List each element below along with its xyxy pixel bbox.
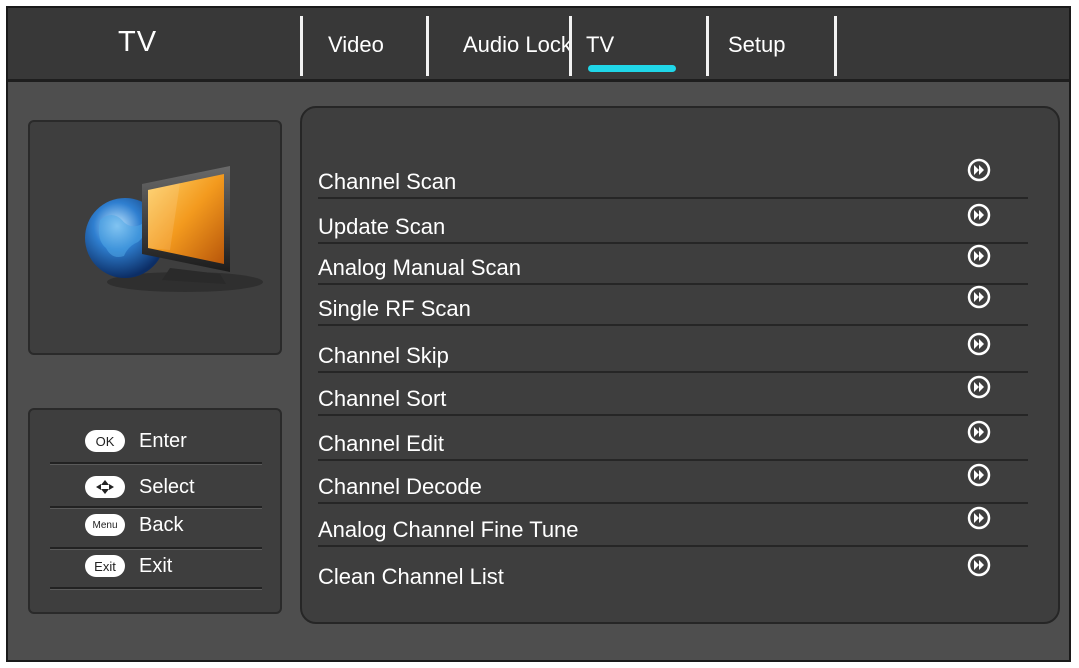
divider xyxy=(50,462,262,465)
menu-item-label: Channel Edit xyxy=(318,431,444,456)
forward-arrow-icon xyxy=(967,506,991,530)
help-label-select: Select xyxy=(139,475,195,498)
menu-item-label: Channel Scan xyxy=(318,169,457,194)
menu-item-label: Analog Channel Fine Tune xyxy=(318,517,579,542)
forward-arrow-icon xyxy=(967,203,991,227)
forward-arrow-icon xyxy=(967,158,991,182)
section-icon-panel xyxy=(28,120,282,355)
tab-video[interactable]: Video xyxy=(328,32,384,58)
help-row-ok: OK Enter xyxy=(85,427,187,455)
active-tab-indicator xyxy=(588,65,676,72)
exit-key-icon: Exit xyxy=(85,555,125,577)
top-tab-bar: TV Video Audio Lock TV Setup xyxy=(8,8,1069,82)
menu-item-channel-decode[interactable]: Channel Decode xyxy=(318,463,1028,504)
ok-key-icon: OK xyxy=(85,430,125,452)
menu-item-label: Single RF Scan xyxy=(318,296,471,321)
menu-item-clean-channel-list[interactable]: Clean Channel List xyxy=(318,553,1028,594)
dpad-key-icon xyxy=(85,476,125,498)
menu-item-label: Clean Channel List xyxy=(318,564,504,589)
divider xyxy=(318,324,1028,326)
menu-key-icon: Menu xyxy=(85,514,125,536)
menu-item-label: Analog Manual Scan xyxy=(318,255,522,280)
tab-divider xyxy=(706,16,709,76)
tab-tv[interactable]: TV xyxy=(586,32,614,58)
divider xyxy=(318,414,1028,416)
forward-arrow-icon xyxy=(967,244,991,268)
forward-arrow-icon xyxy=(967,375,991,399)
divider xyxy=(50,547,262,550)
tab-audio-lock[interactable]: Audio Lock xyxy=(463,32,572,58)
divider xyxy=(50,587,262,590)
forward-arrow-icon xyxy=(967,463,991,487)
divider xyxy=(318,502,1028,504)
help-row-select: Select xyxy=(85,473,195,501)
menu-item-update-scan[interactable]: Update Scan xyxy=(318,203,1028,244)
divider xyxy=(318,545,1028,547)
help-label-back: Back xyxy=(139,513,184,536)
divider xyxy=(318,371,1028,373)
help-row-menu: Menu Back xyxy=(85,511,183,539)
forward-arrow-icon xyxy=(967,553,991,577)
menu-item-channel-skip[interactable]: Channel Skip xyxy=(318,332,1028,373)
key-help-panel: OK Enter Select Menu Back Exit Exit xyxy=(28,408,282,614)
menu-item-channel-edit[interactable]: Channel Edit xyxy=(318,420,1028,461)
channel-menu-panel: Channel Scan Update Scan Analog Manual S… xyxy=(300,106,1060,624)
tab-setup[interactable]: Setup xyxy=(728,32,786,58)
tab-divider xyxy=(426,16,429,76)
divider xyxy=(318,459,1028,461)
tab-divider xyxy=(569,16,572,76)
menu-item-channel-sort[interactable]: Channel Sort xyxy=(318,375,1028,416)
tab-divider xyxy=(834,16,837,76)
forward-arrow-icon xyxy=(967,420,991,444)
forward-arrow-icon xyxy=(967,285,991,309)
menu-item-label: Channel Skip xyxy=(318,343,449,368)
divider xyxy=(318,283,1028,285)
menu-item-label: Channel Sort xyxy=(318,386,447,411)
menu-item-single-rf-scan[interactable]: Single RF Scan xyxy=(318,285,1028,326)
divider xyxy=(318,242,1028,244)
menu-item-analog-channel-fine-tune[interactable]: Analog Channel Fine Tune xyxy=(318,506,1028,547)
tab-divider xyxy=(300,16,303,76)
tv-osd-menu: TV Video Audio Lock TV Setup OK Enter Se… xyxy=(6,6,1071,662)
menu-item-channel-scan[interactable]: Channel Scan xyxy=(318,158,1028,199)
menu-item-label: Update Scan xyxy=(318,214,446,239)
help-row-exit: Exit Exit xyxy=(85,552,172,580)
help-label-enter: Enter xyxy=(139,429,187,452)
forward-arrow-icon xyxy=(967,332,991,356)
tv-globe-icon xyxy=(85,166,263,292)
divider xyxy=(318,197,1028,199)
divider xyxy=(50,506,262,509)
menu-item-analog-manual-scan[interactable]: Analog Manual Scan xyxy=(318,244,1028,285)
page-title: TV xyxy=(118,26,158,58)
menu-item-label: Channel Decode xyxy=(318,474,482,499)
help-label-exit: Exit xyxy=(139,554,173,577)
